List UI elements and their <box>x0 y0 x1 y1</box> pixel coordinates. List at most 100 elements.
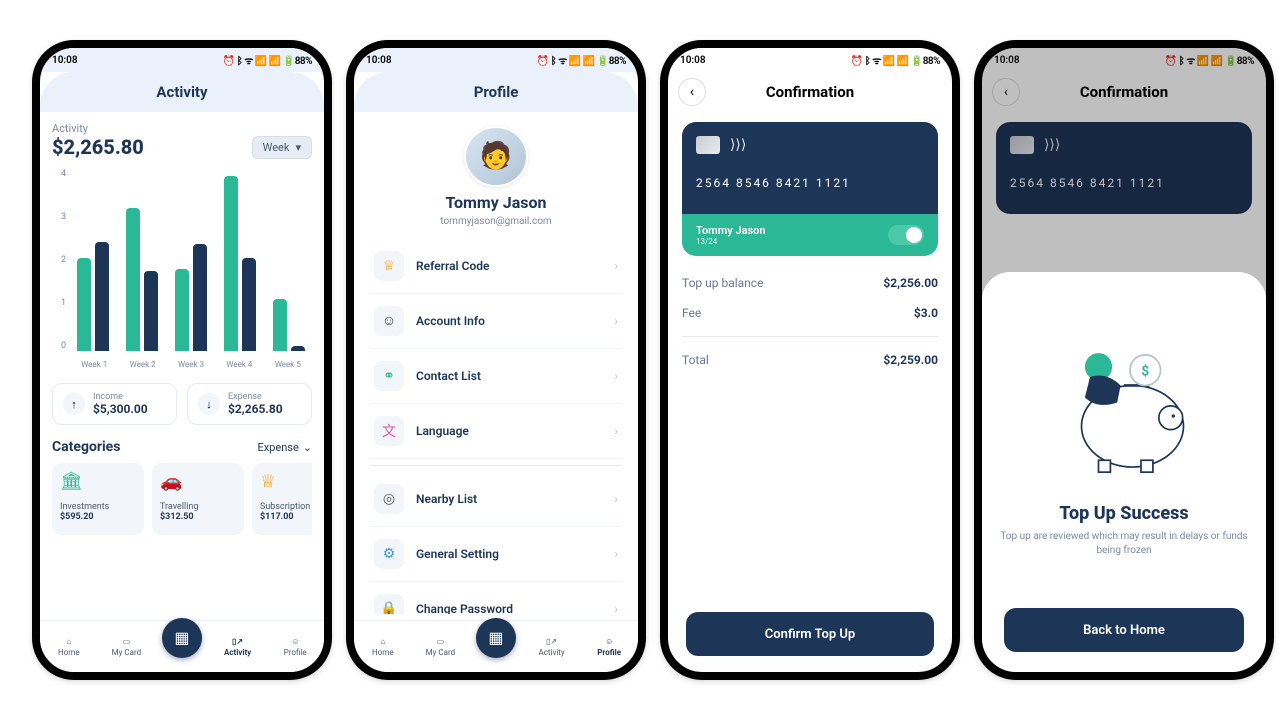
chart-icon: ▯↗ <box>232 637 243 646</box>
status-time: 10:08 <box>52 55 78 66</box>
profile-item-nearby[interactable]: ◎Nearby List› <box>370 472 622 527</box>
arrow-down-icon: ↓ <box>198 393 220 415</box>
bank-icon: 🏛 <box>60 471 136 492</box>
profile-name: Tommy Jason <box>370 193 622 212</box>
divider <box>682 336 938 337</box>
status-indicators: ⏰ ᛒ ᯤ 📶 📶 🔋88% <box>851 53 940 67</box>
tab-bar: ⌂Home ▭My Card ▦ ▯↗Activity ☺Profile <box>40 620 324 672</box>
back-button[interactable]: ‹ <box>678 78 706 106</box>
chevron-right-icon: › <box>614 424 618 438</box>
chevron-right-icon: › <box>614 547 618 561</box>
avatar[interactable]: 🧑 <box>464 126 528 187</box>
chevron-right-icon: › <box>614 492 618 506</box>
status-bar: 10:08 ⏰ ᛒ ᯤ 📶 📶 🔋88% <box>668 48 952 72</box>
income-summary: ↑ Income $5,300.00 <box>52 383 177 425</box>
car-icon: 🚗 <box>160 471 236 492</box>
qr-scan-button[interactable]: ▦ <box>476 618 516 658</box>
tab-activity[interactable]: ▯↗Activity <box>216 637 260 657</box>
qr-scan-button[interactable]: ▦ <box>162 618 202 658</box>
user-icon: ☺ <box>605 637 613 646</box>
categories-filter[interactable]: Expense ⌄ <box>257 441 312 454</box>
target-icon: ◎ <box>374 484 404 514</box>
profile-item-settings[interactable]: ⚙General Setting› <box>370 527 622 582</box>
payment-card: ⟩⟩⟩ 2564 8546 8421 1121 Tommy Jason 13/2… <box>682 122 938 256</box>
divider <box>370 465 622 466</box>
lock-icon: 🔒 <box>374 594 404 614</box>
profile-item-account[interactable]: ☺Account Info› <box>370 294 622 349</box>
profile-email: tommyjason@gmail.com <box>370 216 622 227</box>
card-icon: ▭ <box>123 637 131 646</box>
phone-profile: 10:08 ⏰ ᛒ ᯤ 📶 📶 🔋88% Profile 🧑 Tommy Jas… <box>346 40 646 680</box>
page-title: Confirmation <box>766 83 854 101</box>
activity-chart: 4 3 2 1 0 Week 1 Week 2 Week 3 Week 4 We… <box>52 169 312 369</box>
card-holder: Tommy Jason <box>696 224 766 237</box>
status-indicators: ⏰ ᛒ ᯤ 📶 📶 🔋88% <box>537 53 626 67</box>
contacts-icon: ⚭ <box>374 361 404 391</box>
chevron-down-icon: ▾ <box>295 141 301 154</box>
tab-mycard[interactable]: ▭My Card <box>104 637 148 657</box>
tab-activity[interactable]: ▯↗Activity <box>530 637 574 657</box>
card-icon: ▭ <box>437 637 445 646</box>
status-time: 10:08 <box>366 55 392 66</box>
card-expiry: 13/24 <box>696 237 766 246</box>
chevron-right-icon: › <box>614 259 618 273</box>
tab-mycard[interactable]: ▭My Card <box>418 637 462 657</box>
status-time: 10:08 <box>680 55 706 66</box>
activity-amount: $2,265.80 <box>52 135 144 159</box>
chevron-right-icon: › <box>614 314 618 328</box>
profile-item-contacts[interactable]: ⚭Contact List› <box>370 349 622 404</box>
profile-item-referral[interactable]: ♕Referral Code› <box>370 239 622 294</box>
header: Profile <box>354 72 638 112</box>
status-indicators: ⏰ ᛒ ᯤ 📶 📶 🔋88% <box>223 53 312 67</box>
nfc-icon: ⟩⟩⟩ <box>730 137 746 153</box>
tab-home[interactable]: ⌂Home <box>361 637 405 657</box>
chip-icon <box>696 136 720 154</box>
phone-success: 10:08 ⏰ ᛒ ᯤ 📶 📶 🔋88% ‹ Confirmation ⟩⟩⟩ … <box>974 40 1274 680</box>
chevron-down-icon: ⌄ <box>303 441 312 454</box>
category-card[interactable]: 🚗 Travelling $312.50 <box>152 463 244 535</box>
svg-text:$: $ <box>1141 363 1149 379</box>
crown-icon: ♕ <box>260 471 312 492</box>
activity-label: Activity <box>52 122 144 135</box>
success-illustration: $ <box>1000 315 1248 495</box>
tab-bar: ⌂Home ▭My Card ▦ ▯↗Activity ☺Profile <box>354 620 638 672</box>
page-title: Profile <box>474 83 519 101</box>
x-axis-labels: Week 1 Week 2 Week 3 Week 4 Week 5 <box>70 360 312 369</box>
qr-icon: ▦ <box>488 628 503 647</box>
y-axis-labels: 4 3 2 1 0 <box>52 169 66 351</box>
success-text: Top up are reviewed which may result in … <box>1000 530 1248 558</box>
card-number: 2564 8546 8421 1121 <box>696 176 924 190</box>
category-card[interactable]: ♕ Subscription $117.00 <box>252 463 312 535</box>
success-title: Top Up Success <box>1000 503 1248 524</box>
tab-profile[interactable]: ☺Profile <box>273 637 317 657</box>
row-total: Total$2,259.00 <box>682 345 938 375</box>
row-fee: Fee$3.0 <box>682 298 938 328</box>
arrow-up-icon: ↑ <box>63 393 85 415</box>
categories-heading: Categories <box>52 439 120 455</box>
confirm-topup-button[interactable]: Confirm Top Up <box>686 612 934 656</box>
chevron-left-icon: ‹ <box>690 84 694 100</box>
tab-profile[interactable]: ☺Profile <box>587 637 631 657</box>
expense-summary: ↓ Expense $2,265.80 <box>187 383 312 425</box>
home-icon: ⌂ <box>66 637 71 646</box>
user-icon: ☺ <box>291 637 299 646</box>
category-card[interactable]: 🏛 Investments $595.20 <box>52 463 144 535</box>
language-icon: 文 <box>374 416 404 446</box>
card-toggle[interactable] <box>888 225 924 245</box>
tab-home[interactable]: ⌂Home <box>47 637 91 657</box>
phone-confirmation: 10:08 ⏰ ᛒ ᯤ 📶 📶 🔋88% ‹ Confirmation ⟩⟩⟩ … <box>660 40 960 680</box>
header: Activity <box>40 72 324 112</box>
chevron-right-icon: › <box>614 369 618 383</box>
phone-activity: 10:08 ⏰ ᛒ ᯤ 📶 📶 🔋88% Activity Activity $… <box>32 40 332 680</box>
page-title: Activity <box>156 83 207 101</box>
row-topup: Top up balance$2,256.00 <box>682 268 938 298</box>
user-icon: ☺ <box>374 306 404 336</box>
profile-item-language[interactable]: 文Language› <box>370 404 622 459</box>
gear-icon: ⚙ <box>374 539 404 569</box>
success-sheet: $ Top Up Success Top up are reviewed whi… <box>982 272 1266 672</box>
status-bar: 10:08 ⏰ ᛒ ᯤ 📶 📶 🔋88% <box>354 48 638 72</box>
crown-icon: ♕ <box>374 251 404 281</box>
profile-item-password[interactable]: 🔒Change Password› <box>370 582 622 614</box>
period-dropdown[interactable]: Week ▾ <box>252 136 312 159</box>
back-to-home-button[interactable]: Back to Home <box>1004 608 1244 652</box>
